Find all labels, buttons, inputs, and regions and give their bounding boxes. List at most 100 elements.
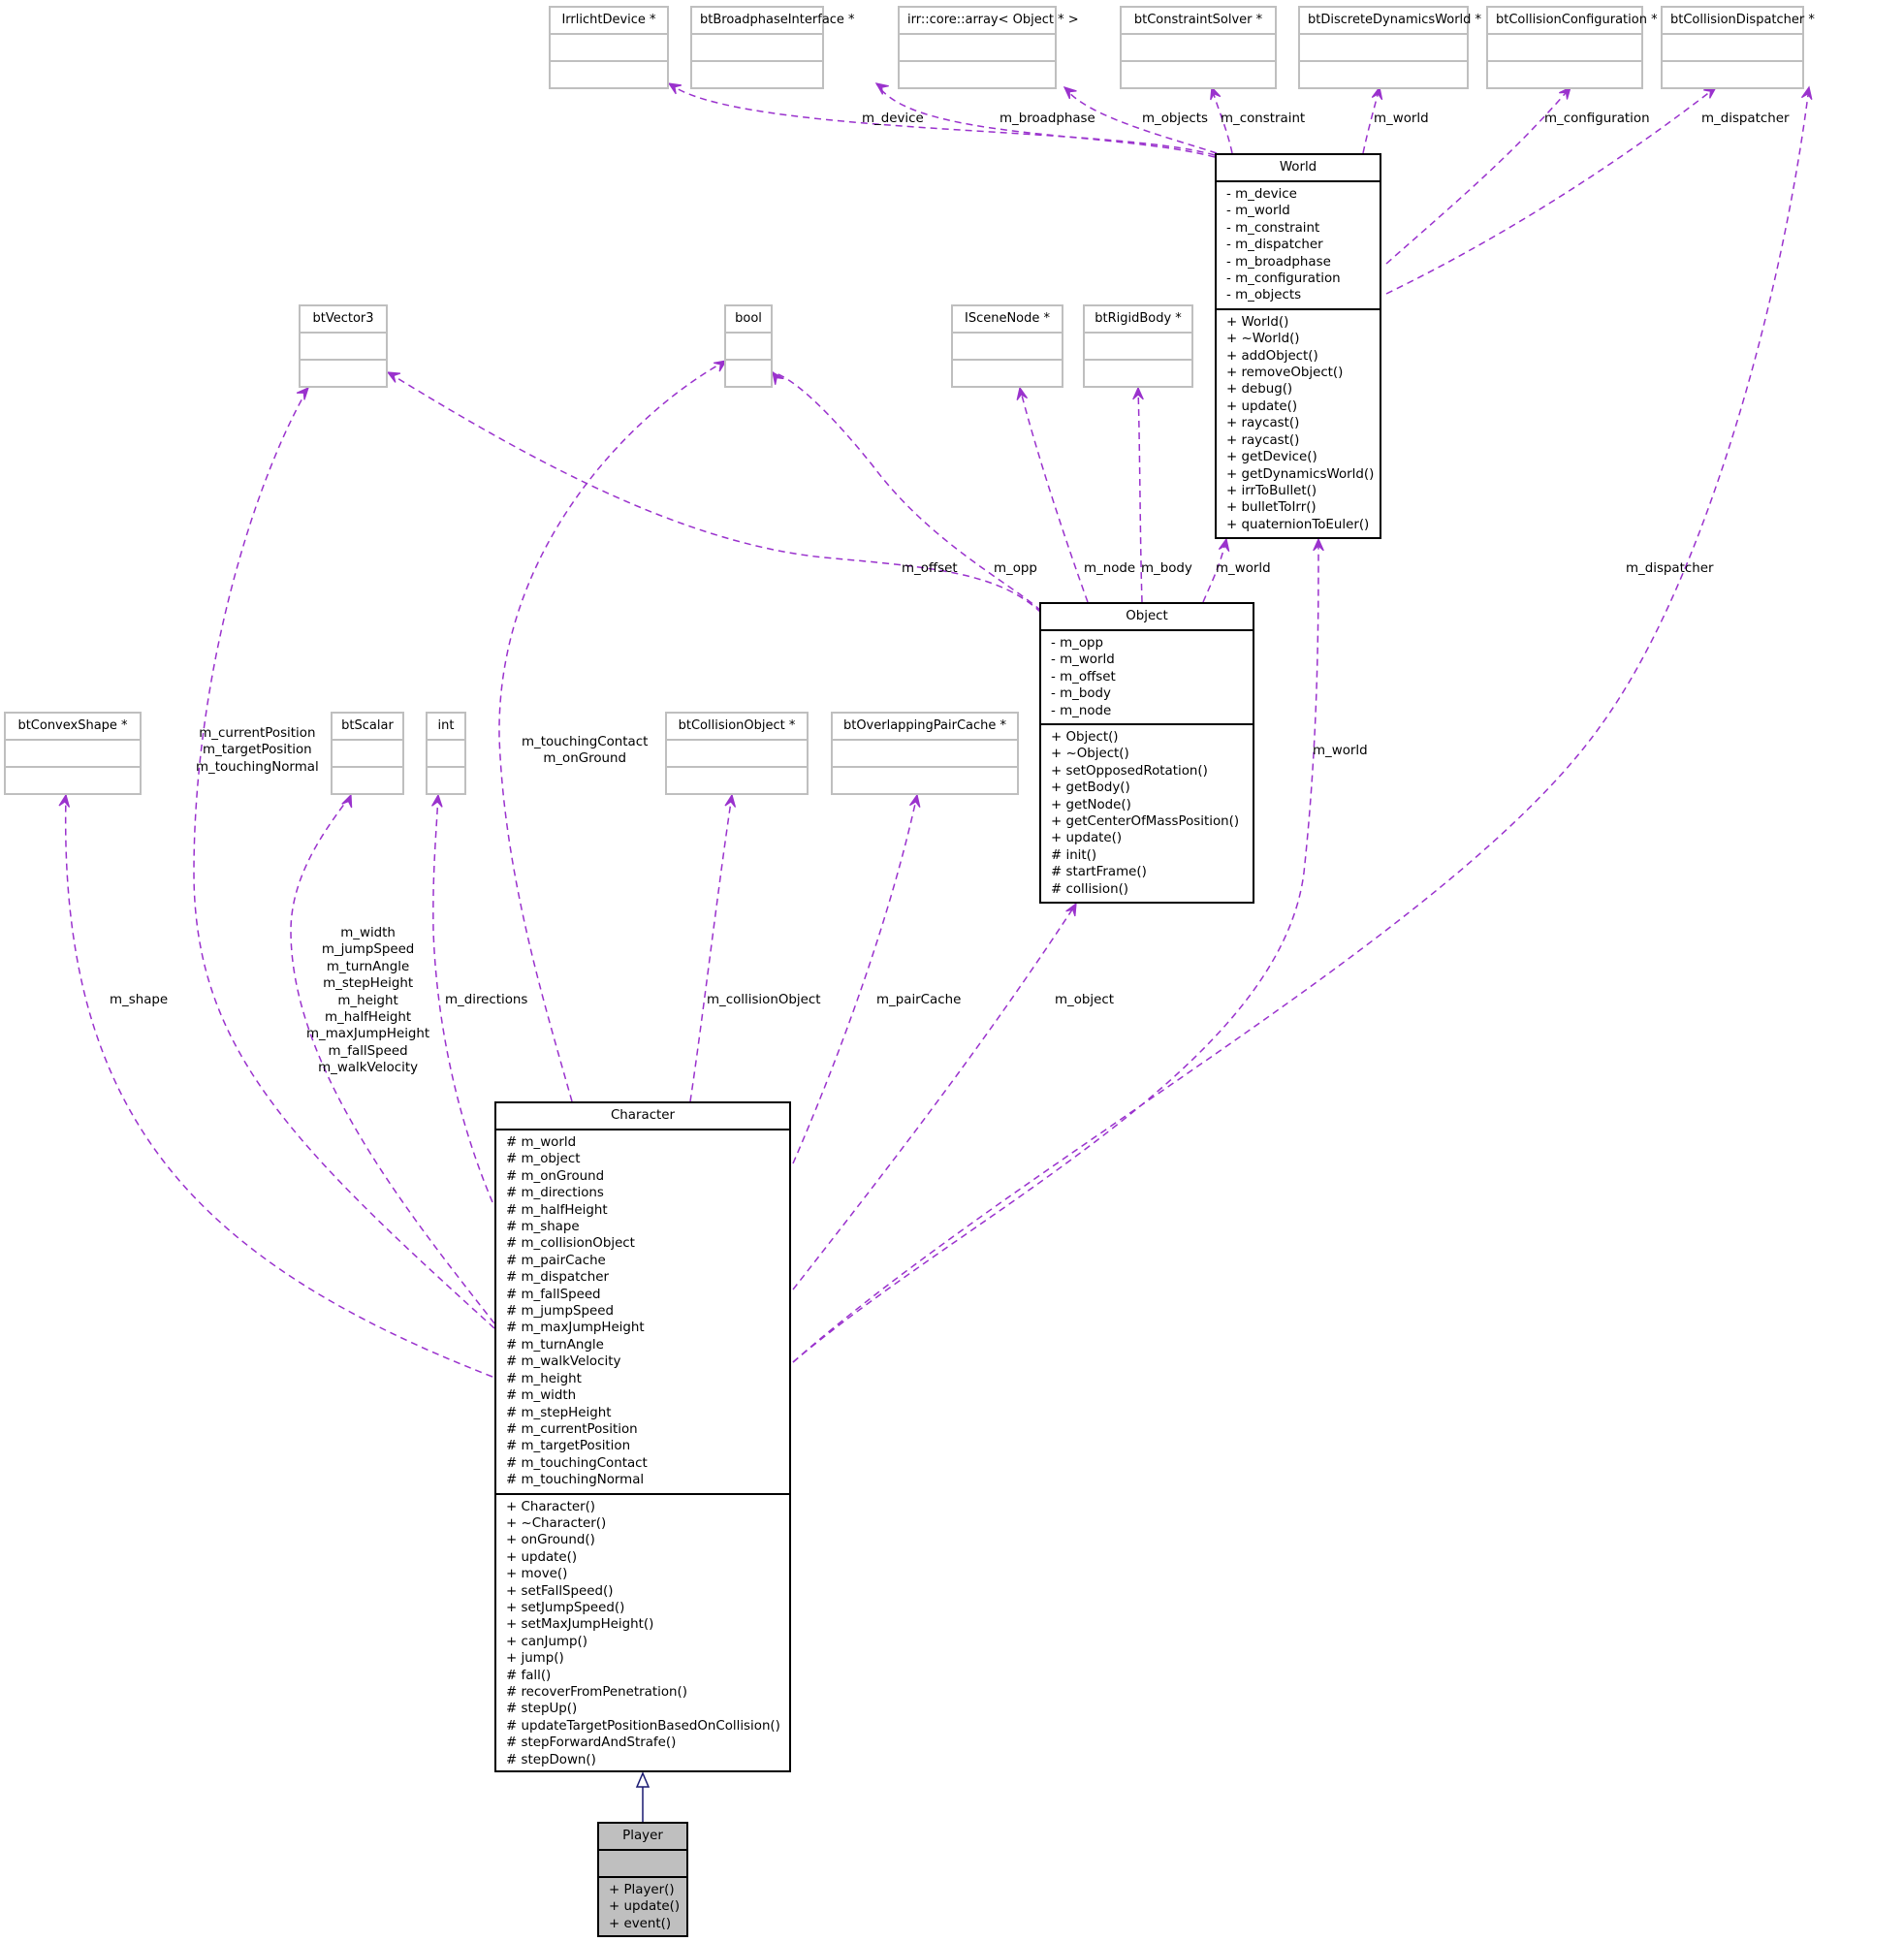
operations-section <box>551 62 667 87</box>
operations-section <box>900 62 1055 87</box>
attributes-section <box>1300 35 1467 62</box>
class-box-bt-broadphase-interface[interactable]: btBroadphaseInterface * <box>690 6 855 89</box>
operations-section: + Object() + ~Object() + setOpposedRotatio… <box>1041 725 1253 902</box>
attribute-item: - m_broadphase <box>1226 254 1331 270</box>
class-name: irr::core::array< Object * > <box>900 8 1079 35</box>
edge-label-m-world-object: m_world <box>1216 561 1271 576</box>
attributes-section <box>1085 334 1191 361</box>
class-box-character[interactable]: Character # m_world # m_object # m_onGroun… <box>494 1101 791 1772</box>
class-box-int[interactable]: int <box>426 712 466 795</box>
operation-item: + raycast() <box>1226 432 1300 448</box>
attribute-item: # m_dispatcher <box>506 1270 609 1286</box>
class-name: btRigidBody * <box>1085 306 1191 334</box>
edge-character-collision-object <box>689 794 733 1102</box>
attribute-item: - m_offset <box>1051 669 1116 684</box>
class-box-object[interactable]: Object - m_opp - m_world - m_offset - m_bod… <box>1039 602 1254 904</box>
operation-item: + addObject() <box>1226 348 1318 364</box>
class-box-bt-scalar[interactable]: btScalar <box>331 712 404 795</box>
class-box-bt-collision-object[interactable]: btCollisionObject * <box>665 712 809 795</box>
operation-item: + irrToBullet() <box>1226 483 1317 498</box>
attribute-item: # m_world <box>506 1135 577 1150</box>
operation-item: + Player() <box>609 1883 675 1897</box>
class-box-player[interactable]: Player + Player() + update() + event() <box>597 1822 688 1937</box>
edge-label-m-node: m_node <box>1084 561 1136 576</box>
operation-item: + setOpposedRotation() <box>1051 763 1208 779</box>
edge-world-device-arrowhead <box>667 82 682 95</box>
class-name: btConstraintSolver * <box>1122 8 1275 35</box>
class-name: ISceneNode * <box>953 306 1062 334</box>
class-box-bt-discrete-dynamics-world[interactable]: btDiscreteDynamicsWorld * <box>1298 6 1481 89</box>
operations-section: + Character() + ~Character() + onGround() +… <box>496 1495 789 1773</box>
class-box-irrlicht-device[interactable]: IrrlichtDevice * <box>549 6 669 89</box>
class-name: btConvexShape * <box>6 714 140 741</box>
class-box-bt-vector3[interactable]: btVector3 <box>299 304 388 388</box>
class-name: btCollisionObject * <box>667 714 807 741</box>
operation-item: + getBody() <box>1051 780 1130 796</box>
operation-item: + getDynamicsWorld() <box>1226 466 1375 482</box>
edge-label-m-directions: m_directions <box>445 993 528 1007</box>
class-box-iscene-node[interactable]: ISceneNode * <box>951 304 1063 388</box>
class-box-bt-collision-dispatcher[interactable]: btCollisionDispatcher * <box>1661 6 1815 89</box>
edge-label-m-device: m_device <box>862 111 924 126</box>
operation-item: + update() <box>609 1899 681 1915</box>
attribute-item: - m_device <box>1226 187 1297 202</box>
attribute-item: # m_touchingContact <box>506 1455 648 1471</box>
attribute-item: # m_collisionObject <box>506 1236 635 1252</box>
edge-label-m-constraint: m_constraint <box>1221 111 1306 126</box>
operation-item: + move() <box>506 1567 568 1582</box>
class-box-bt-collision-configuration[interactable]: btCollisionConfiguration * <box>1486 6 1658 89</box>
class-box-world[interactable]: World - m_device - m_world - m_constraint -… <box>1215 153 1381 539</box>
operation-item: + removeObject() <box>1226 366 1344 381</box>
operation-item: + onGround() <box>506 1533 595 1548</box>
operation-item: + jump() <box>506 1651 564 1667</box>
edge-character-collision-object-arrowhead <box>724 793 737 808</box>
operation-item: + Character() <box>506 1499 596 1514</box>
operations-section: + Player() + update() + event() <box>599 1878 686 1936</box>
edge-label-m-dispatcher-character: m_dispatcher <box>1626 561 1714 576</box>
attribute-item: - m_dispatcher <box>1226 238 1323 253</box>
operation-item: + getCenterOfMassPosition() <box>1051 814 1240 830</box>
class-name: btVector3 <box>301 306 386 334</box>
class-box-bt-rigid-body[interactable]: btRigidBody * <box>1083 304 1193 388</box>
operation-item: # fall() <box>506 1668 552 1683</box>
attribute-item: # m_currentPosition <box>506 1421 638 1437</box>
operation-item: # stepDown() <box>506 1752 596 1767</box>
class-name: btOverlappingPairCache * <box>833 714 1017 741</box>
attribute-item: # m_object <box>506 1152 581 1167</box>
attributes-section <box>1122 35 1275 62</box>
attribute-item: # m_width <box>506 1388 577 1404</box>
attributes-section <box>551 35 667 62</box>
operation-item: + getNode() <box>1051 797 1131 812</box>
operations-section <box>333 768 402 793</box>
class-box-irr-array-object[interactable]: irr::core::array< Object * > <box>898 6 1079 89</box>
attributes-section <box>301 334 386 361</box>
operation-item: # updateTargetPositionBasedOnCollision() <box>506 1718 780 1734</box>
class-box-bt-convex-shape[interactable]: btConvexShape * <box>4 712 142 795</box>
edge-label-m-object: m_object <box>1055 993 1115 1007</box>
class-box-bt-overlapping-pair-cache[interactable]: btOverlappingPairCache * <box>831 712 1019 795</box>
operation-item: + ~World() <box>1226 332 1300 347</box>
operation-item: # stepForwardAndStrafe() <box>506 1735 677 1751</box>
attribute-item: - m_configuration <box>1226 271 1341 287</box>
class-box-bool[interactable]: bool <box>724 304 773 388</box>
operation-item: + World() <box>1226 314 1289 330</box>
class-name: btCollisionDispatcher * <box>1663 8 1815 35</box>
edge-label-bool-members: m_touchingContact m_onGround <box>522 735 649 767</box>
class-box-bt-constraint-solver[interactable]: btConstraintSolver * <box>1120 6 1277 89</box>
operations-section: + World() + ~World() + addObject() + remove… <box>1217 310 1380 537</box>
operation-item: + ~Object() <box>1051 747 1129 762</box>
attributes-section <box>6 741 140 768</box>
operation-item: + bulletToIrr() <box>1226 500 1317 516</box>
operations-section <box>6 768 140 793</box>
attributes-section <box>599 1851 686 1878</box>
class-name: btScalar <box>333 714 402 741</box>
attribute-item: # m_jumpSpeed <box>506 1304 614 1320</box>
operation-item: + Object() <box>1051 730 1119 746</box>
class-name: Object <box>1041 604 1253 631</box>
attribute-item: - m_opp <box>1051 636 1104 651</box>
operation-item: + quaternionToEuler() <box>1226 517 1370 532</box>
class-name: int <box>428 714 464 741</box>
class-name: World <box>1217 155 1380 182</box>
edge-label-m-configuration: m_configuration <box>1544 111 1650 126</box>
edge-character-vector3 <box>193 387 495 1329</box>
